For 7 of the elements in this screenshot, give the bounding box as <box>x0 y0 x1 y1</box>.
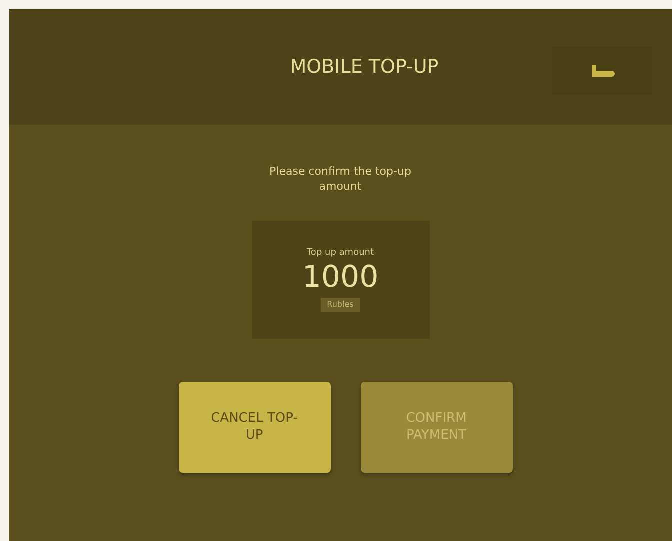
amount-label: Top up amount <box>306 247 374 260</box>
cancel-button[interactable]: CANCEL TOP-UP <box>178 382 330 473</box>
screen-title: MOBILE TOP-UP <box>290 54 439 80</box>
corner-button[interactable] <box>552 47 652 95</box>
currency-label: Rubles <box>321 298 360 312</box>
confirm-prompt: Please confirm the top-up amount <box>268 165 412 195</box>
amount-value: 1000 <box>302 260 379 294</box>
